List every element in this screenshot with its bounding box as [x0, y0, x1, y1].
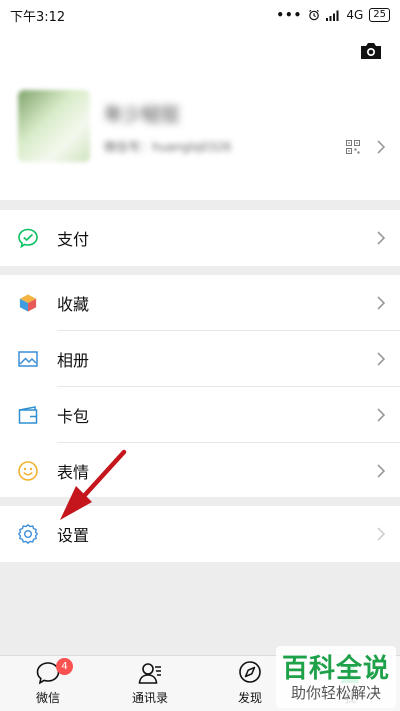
- chevron-right-icon: [377, 408, 386, 422]
- alarm-icon: [309, 9, 320, 21]
- battery-indicator: 25: [369, 8, 390, 22]
- menu-item-settings[interactable]: 设置: [0, 506, 400, 562]
- settings-section: 设置: [0, 506, 400, 562]
- watermark-title: 百科全说: [281, 654, 390, 684]
- menu-item-pay[interactable]: 支付: [0, 210, 400, 266]
- menu-item-album[interactable]: 相册: [0, 331, 400, 387]
- pay-section: 支付: [0, 210, 400, 266]
- tab-label: 通讯录: [131, 691, 168, 705]
- menu-item-label: 相册: [57, 351, 90, 370]
- menu-item-cards[interactable]: 卡包: [0, 387, 400, 443]
- profile-nickname: 年少轻狂: [104, 104, 181, 126]
- unread-badge: 4: [56, 658, 73, 675]
- favorites-cube-icon: [19, 293, 37, 313]
- pay-icon: [18, 228, 38, 249]
- avatar[interactable]: [18, 90, 90, 162]
- card-wallet-icon: [18, 406, 38, 424]
- status-bar: 下午3:12 ••• 4G 25: [0, 0, 400, 30]
- menu-item-label: 卡包: [57, 407, 90, 426]
- chevron-right-icon: [377, 527, 386, 541]
- chevron-right-icon: [377, 464, 386, 478]
- menu-item-label: 支付: [57, 230, 90, 249]
- contacts-icon: [138, 663, 161, 684]
- tab-chats[interactable]: 4 微信: [8, 656, 88, 711]
- album-picture-icon: [18, 351, 38, 367]
- watermark-subtitle: 助你轻松解决: [290, 684, 381, 702]
- chevron-right-icon: [377, 231, 386, 245]
- watermark: 百科全说 助你轻松解决: [276, 646, 396, 708]
- tab-contacts[interactable]: 通讯录: [110, 656, 190, 711]
- menu-item-label: 收藏: [57, 295, 90, 314]
- profile-wechat-id: 微信号：huanglq0326: [104, 140, 232, 154]
- notification-dots: •••: [276, 8, 303, 22]
- smiley-icon: [18, 461, 38, 481]
- menu-item-label: 设置: [57, 526, 90, 545]
- chevron-right-icon: [377, 296, 386, 310]
- status-indicators: ••• 4G 25: [276, 8, 390, 22]
- qr-code-icon[interactable]: [346, 140, 360, 154]
- features-section: 收藏 相册 卡包 表情: [0, 275, 400, 497]
- status-time: 下午3:12: [10, 9, 66, 25]
- menu-item-label: 表情: [57, 463, 90, 482]
- tab-label: 微信: [35, 691, 60, 705]
- signal-icon: [326, 10, 339, 21]
- compass-icon: [239, 661, 261, 683]
- menu-item-favorites[interactable]: 收藏: [0, 275, 400, 331]
- gear-icon: [18, 524, 38, 544]
- profile-header[interactable]: 年少轻狂 微信号：huanglq0326: [0, 30, 400, 200]
- network-type: 4G: [346, 8, 364, 22]
- camera-icon[interactable]: [360, 42, 382, 60]
- chevron-right-icon: [377, 352, 386, 366]
- chevron-right-icon: [377, 140, 386, 154]
- menu-item-stickers[interactable]: 表情: [0, 443, 400, 499]
